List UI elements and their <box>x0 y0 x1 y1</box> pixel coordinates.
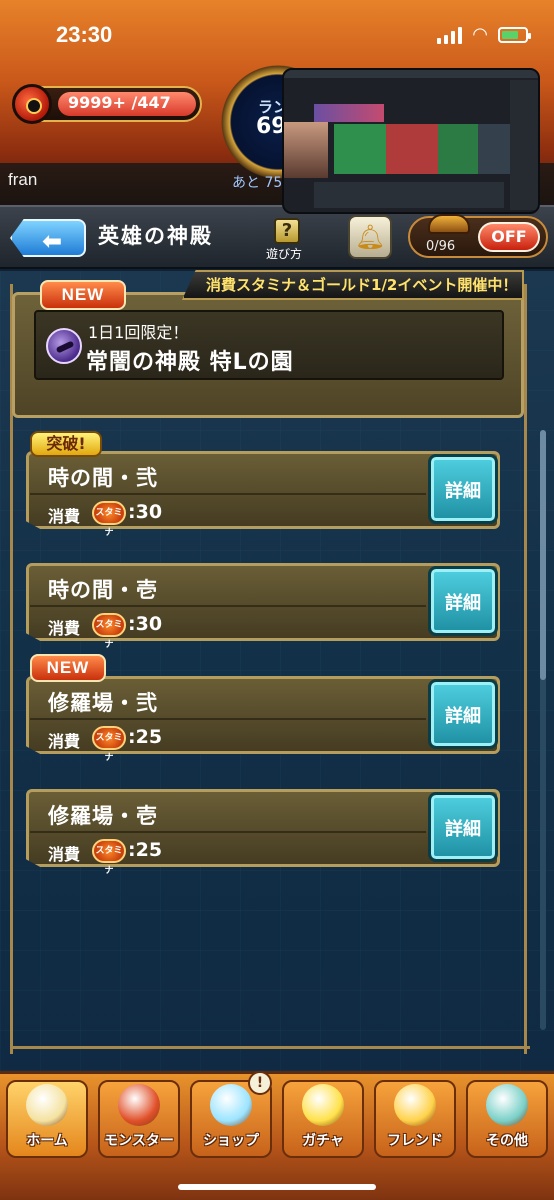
quest-title: 時の間・壱 <box>48 578 158 602</box>
home-indicator <box>178 1184 376 1190</box>
detail-label: 詳細 <box>445 481 481 502</box>
bell-button[interactable]: 🔔︎ <box>348 215 392 259</box>
status-icons: ◠ <box>437 24 531 45</box>
orb-icon <box>210 1084 252 1126</box>
page-title: 英雄の神殿 <box>98 224 213 248</box>
detail-label: 詳細 <box>445 819 481 840</box>
how-to-play-label: 遊び方 <box>266 247 303 261</box>
detail-button[interactable]: 詳細 <box>428 679 498 749</box>
nav-label: ホーム <box>26 1133 68 1149</box>
monster-icon <box>118 1084 160 1126</box>
quest-stamina-cost: :25 <box>128 726 163 748</box>
dark-element-icon <box>46 328 82 364</box>
breakthrough-badge: 突破! <box>30 431 102 457</box>
wifi-icon: ◠ <box>472 24 488 45</box>
treasure-chest-icon <box>428 214 470 234</box>
stamina-icon: スタミナ <box>92 501 126 538</box>
detail-label: 詳細 <box>445 706 481 727</box>
nav-label: モンスター <box>104 1133 174 1149</box>
friend-icon <box>394 1084 436 1126</box>
nav-item-gacha[interactable]: ガチャ <box>278 1076 368 1162</box>
detail-button[interactable]: 詳細 <box>428 792 498 862</box>
back-button[interactable]: ⬅ <box>10 219 86 257</box>
detail-button[interactable]: 詳細 <box>428 454 498 524</box>
streamer-camera <box>284 122 328 178</box>
battery-icon <box>498 26 531 43</box>
back-arrow-icon: ⬅ <box>42 227 63 255</box>
status-time: 23:30 <box>56 22 113 47</box>
box-counter-value: 0/96 <box>426 239 456 254</box>
other-icon <box>486 1084 528 1126</box>
how-to-play-button[interactable]: ? 遊び方 <box>266 218 310 262</box>
new-badge: NEW <box>30 654 106 682</box>
nav-item-home[interactable]: ホーム <box>2 1076 92 1162</box>
shop-alert-badge: ! <box>248 1071 272 1095</box>
stamina-icon: スタミナ <box>92 726 126 763</box>
quest-stamina-cost: :30 <box>128 613 163 635</box>
nav-item-friend[interactable]: フレンド <box>370 1076 460 1162</box>
scrollbar-thumb[interactable] <box>540 430 546 680</box>
quest-title: 時の間・弐 <box>48 466 158 490</box>
auto-toggle-button[interactable]: OFF <box>478 222 540 252</box>
new-badge: NEW <box>40 280 126 310</box>
exp-remaining: あと 75 <box>232 175 283 191</box>
nav-label: ガチャ <box>302 1133 344 1149</box>
bell-icon: 🔔︎ <box>354 223 386 251</box>
question-icon: ? <box>274 218 300 244</box>
stamina-icon <box>12 84 52 124</box>
quest-stamina-cost: :30 <box>128 501 163 523</box>
stamina-icon: スタミナ <box>92 613 126 650</box>
featured-subtitle: 1日1回限定！ <box>88 323 189 342</box>
nav-item-monster[interactable]: モンスター <box>94 1076 184 1162</box>
home-icon <box>26 1084 68 1126</box>
quest-cost-label: 消費 <box>48 507 81 526</box>
nav-label: その他 <box>486 1133 528 1149</box>
quest-title: 修羅場・壱 <box>48 804 158 828</box>
nav-label: ショップ <box>203 1133 259 1149</box>
quest-cost-label: 消費 <box>48 732 81 751</box>
detail-button[interactable]: 詳細 <box>428 566 498 636</box>
gacha-icon <box>302 1084 344 1126</box>
quest-title: 修羅場・弐 <box>48 691 158 715</box>
nav-item-other[interactable]: その他 <box>462 1076 552 1162</box>
quest-cost-label: 消費 <box>48 845 81 864</box>
quest-cost-label: 消費 <box>48 619 81 638</box>
featured-title: 常闇の神殿 特Lの園 <box>86 350 294 375</box>
stamina-icon: スタミナ <box>92 839 126 876</box>
stream-overlay <box>282 68 540 214</box>
event-banner: 消費スタミナ＆ゴールド1/2イベント開催中！ <box>182 270 524 300</box>
quest-stamina-cost: :25 <box>128 839 163 861</box>
nav-label: フレンド <box>387 1133 443 1149</box>
stamina-value: 9999+ /447 <box>68 93 171 112</box>
detail-label: 詳細 <box>445 593 481 614</box>
signal-icon <box>437 26 463 44</box>
player-name: fran <box>8 170 38 189</box>
